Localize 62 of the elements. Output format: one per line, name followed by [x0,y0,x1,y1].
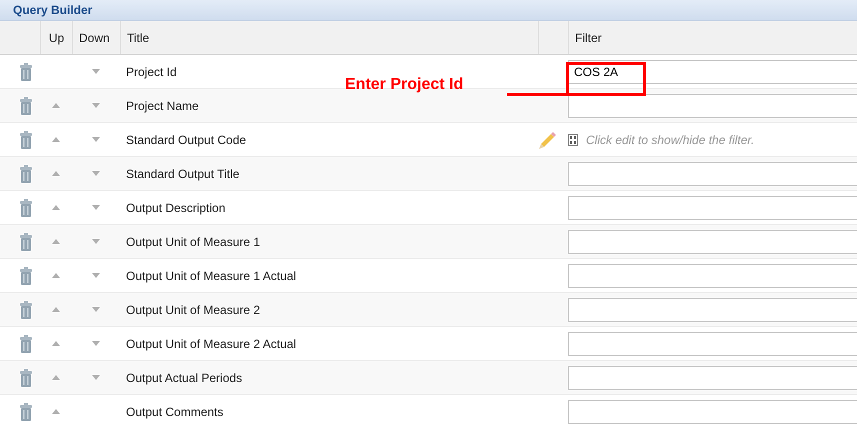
down-arrow-icon[interactable] [92,205,100,210]
pencil-icon[interactable] [538,130,556,148]
down-arrow-icon[interactable] [92,103,100,108]
trash-icon[interactable] [19,164,33,182]
down-arrow-icon[interactable] [92,137,100,142]
field-title: Output Comments [126,404,224,418]
trash-icon[interactable] [19,96,33,114]
column-header: Title [127,30,150,44]
leader-line [507,93,567,96]
down-arrow-icon[interactable] [92,69,100,74]
trash-icon[interactable] [19,334,33,352]
column-header: Down [79,30,110,44]
field-title: Standard Output Title [126,166,240,180]
field-title: Output Unit of Measure 2 Actual [126,336,296,350]
up-arrow-icon[interactable] [52,239,60,244]
trash-icon[interactable] [19,130,33,148]
field-title: Project Id [126,64,177,78]
field-title: Output Unit of Measure 1 Actual [126,268,296,282]
down-arrow-icon[interactable] [92,375,100,380]
trash-icon[interactable] [19,402,33,420]
filter-input[interactable] [568,162,857,186]
calendar-icon [568,134,578,146]
down-arrow-icon[interactable] [92,307,100,312]
filter-input[interactable] [568,332,857,356]
down-arrow-icon[interactable] [92,239,100,244]
trash-icon[interactable] [19,300,33,318]
filter-input[interactable] [568,366,857,390]
filter-hint: Click edit to show/hide the filter. [586,132,754,146]
up-arrow-icon[interactable] [52,171,60,176]
up-arrow-icon[interactable] [52,341,60,346]
down-arrow-icon[interactable] [92,273,100,278]
up-arrow-icon[interactable] [52,205,60,210]
filter-input[interactable] [568,94,857,118]
trash-icon[interactable] [19,266,33,284]
up-arrow-icon[interactable] [52,375,60,380]
field-title: Output Unit of Measure 2 [126,302,260,316]
filter-input[interactable] [568,264,857,288]
panel-title: Query Builder [13,3,92,17]
trash-icon[interactable] [19,232,33,250]
filter-input[interactable] [568,400,857,424]
field-title: Output Unit of Measure 1 [126,234,260,248]
field-title: Standard Output Code [126,132,246,146]
trash-icon[interactable] [19,368,33,386]
trash-icon[interactable] [19,62,33,80]
filter-input[interactable] [568,196,857,220]
field-title: Project Name [126,98,199,112]
up-arrow-icon[interactable] [52,137,60,142]
down-arrow-icon[interactable] [92,171,100,176]
annotation-label: Enter Project Id [345,76,464,94]
up-arrow-icon[interactable] [52,273,60,278]
filter-input[interactable]: COS 2A [568,60,857,84]
filter-input[interactable] [568,298,857,322]
field-title: Output Actual Periods [126,370,242,384]
up-arrow-icon[interactable] [52,409,60,414]
field-title: Output Description [126,200,226,214]
filter-input[interactable] [568,230,857,254]
down-arrow-icon[interactable] [92,341,100,346]
column-header: Up [48,30,64,44]
up-arrow-icon[interactable] [52,103,60,108]
up-arrow-icon[interactable] [52,307,60,312]
column-header: Filter [575,30,602,44]
trash-icon[interactable] [19,198,33,216]
